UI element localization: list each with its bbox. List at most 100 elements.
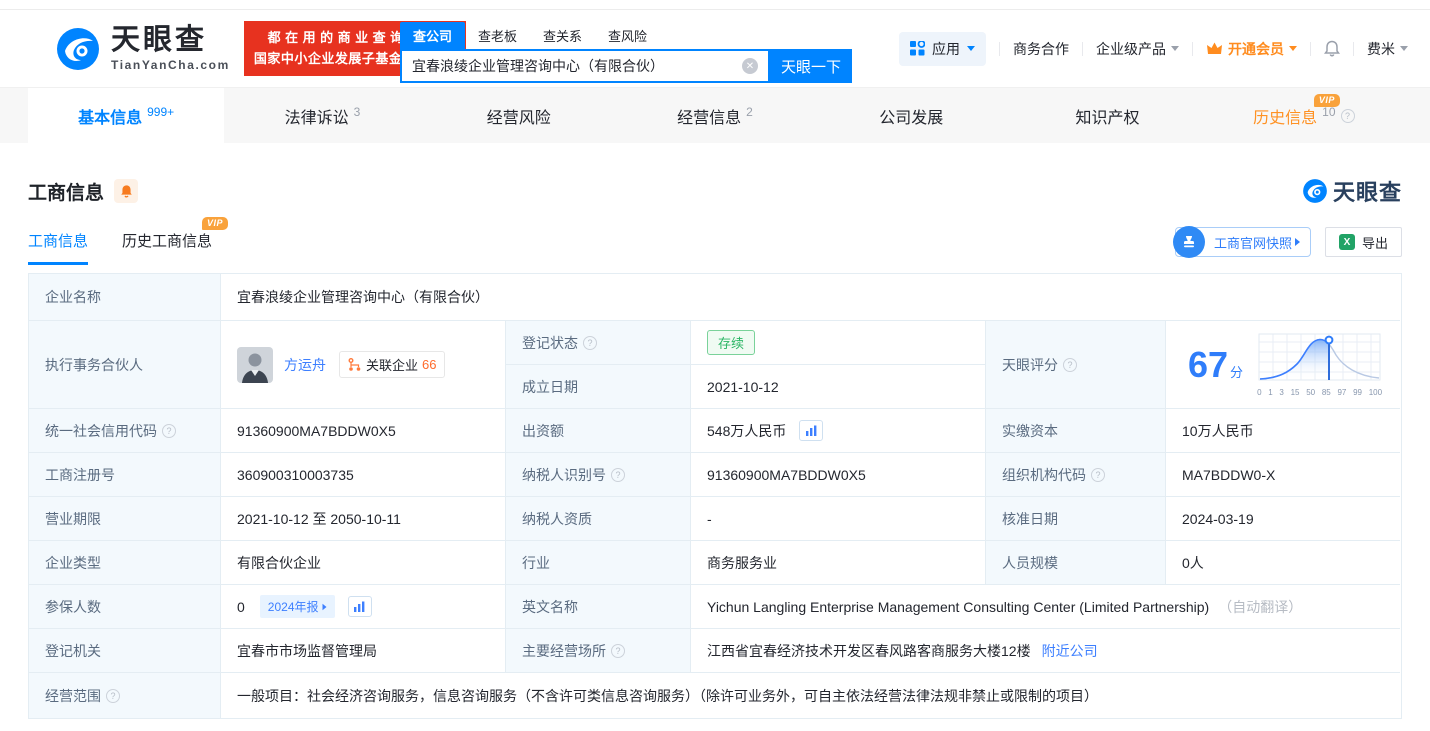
nav-enterprise-products[interactable]: 企业级产品 [1096, 39, 1179, 59]
tab-label: 基本信息 [78, 109, 143, 127]
tianyancha-logo[interactable]: 天眼查 TianYanCha.com [55, 23, 230, 72]
help-icon[interactable]: ? [611, 467, 625, 482]
nav-cooperation[interactable]: 商务合作 [1013, 39, 1069, 59]
membership-label: 开通会员 [1228, 40, 1284, 57]
industry-value: 商务服务业 [691, 541, 986, 585]
est-date-label: 成立日期 [506, 365, 691, 409]
status-badge: 存续 [707, 330, 756, 355]
tab-5[interactable]: 知识产权 [1009, 88, 1205, 143]
tab-count: 3 [353, 104, 361, 119]
help-icon[interactable]: ? [106, 688, 120, 703]
search-tab-1[interactable]: 查老板 [465, 22, 530, 49]
section-title: 工商信息 [28, 182, 105, 204]
export-label: 导出 [1361, 235, 1388, 251]
logo-title: 天眼查 [111, 23, 208, 56]
tianyan-score[interactable]: 67 分 0 1 3 15 50 85 97 99 100 [1182, 332, 1388, 397]
axis-tick: 100 [1368, 388, 1383, 397]
notifications-bell[interactable] [1324, 40, 1340, 57]
capital-chart-button[interactable] [799, 420, 824, 441]
industry-label: 行业 [506, 541, 691, 585]
search-button[interactable]: 天眼一下 [770, 49, 852, 83]
open-membership[interactable]: 开通会员 [1206, 39, 1297, 59]
search-tab-3[interactable]: 查风险 [595, 22, 660, 49]
staff-size-label: 人员规模 [986, 541, 1166, 585]
user-menu[interactable]: 费米 [1367, 39, 1408, 59]
chevron-down-icon [1400, 46, 1408, 51]
axis-tick: 0 [1257, 388, 1262, 397]
company-nav-tabs: 基本信息 999+ 法律诉讼 3 经营风险 经营信息 2 公司发展 知识产权 历史信息 10? VIP [0, 88, 1430, 143]
section-actions: 工商官网快照 X 导出 [1172, 226, 1402, 258]
arrow-right-icon [322, 603, 326, 610]
snapshot-label: 工商官网快照 [1213, 235, 1292, 251]
score-axis-ticks: 0 1 3 15 50 85 97 99 100 [1257, 388, 1382, 397]
search-tab-0[interactable]: 查公司 [400, 22, 466, 49]
tab-1[interactable]: 法律诉讼 3 [224, 88, 420, 143]
apps-grid-icon [910, 41, 925, 56]
annual-report-label: 2024年报 [267, 600, 319, 614]
nearby-companies-link[interactable]: 附近公司 [1042, 641, 1098, 661]
org-code-value: MA7BDDW0-X [1166, 453, 1400, 497]
help-icon[interactable]: ? [1091, 467, 1105, 482]
capital-label: 出资额 [506, 409, 691, 453]
main-content: 工商信息 天眼查 工商信息 历史工商信息 VIP 工商官网快照 X 导出 企业名… [0, 175, 1430, 719]
company-name-label: 企业名称 [29, 274, 221, 321]
insured-count-label: 参保人数 [29, 585, 221, 629]
executive-partner-label: 执行事务合伙人 [29, 321, 221, 409]
axis-tick: 1 [1268, 388, 1273, 397]
tab-0[interactable]: 基本信息 999+ [28, 88, 225, 143]
search-input[interactable] [412, 58, 742, 74]
search-input-wrap: ✕ [400, 49, 770, 83]
paid-capital-label: 实缴资本 [986, 409, 1166, 453]
insured-chart-button[interactable] [347, 596, 372, 617]
help-icon[interactable]: ? [1340, 108, 1355, 123]
org-network-icon [348, 357, 361, 371]
tab-6[interactable]: 历史信息 10? VIP [1206, 88, 1402, 143]
clear-search-icon[interactable]: ✕ [742, 58, 758, 74]
header: 天眼查 TianYanCha.com 都在用的商业查询工具 国家中小企业发展子基… [0, 10, 1430, 88]
sub-tab-1[interactable]: 历史工商信息 VIP [122, 217, 229, 265]
business-term-value: 2021-10-12 至 2050-10-11 [221, 497, 506, 541]
tianyancha-eye-icon [57, 27, 99, 70]
export-button[interactable]: X 导出 [1324, 227, 1402, 257]
tab-label: 知识产权 [1075, 109, 1140, 127]
logo-domain: TianYanCha.com [111, 57, 230, 72]
apps-menu[interactable]: 应用 [899, 31, 986, 66]
paid-capital-value: 10万人民币 [1166, 409, 1400, 453]
english-name-value: Yichun Langling Enterprise Management Co… [691, 585, 1400, 629]
tab-2[interactable]: 经营风险 [421, 88, 617, 143]
official-snapshot-button[interactable]: 工商官网快照 [1172, 226, 1311, 258]
partner-avatar[interactable] [237, 346, 273, 383]
business-term-label: 营业期限 [29, 497, 221, 541]
related-companies-badge[interactable]: 关联企业 66 [339, 351, 446, 378]
divider [1082, 41, 1083, 56]
related-label: 关联企业 [366, 358, 419, 373]
divider [1310, 41, 1311, 56]
company-name-value: 宜春浪绫企业管理咨询中心（有限合伙） [221, 274, 1400, 321]
reg-status-label: 登记状态? [506, 321, 691, 365]
divider [1353, 41, 1354, 56]
help-icon[interactable]: ? [1063, 357, 1077, 372]
score-unit: 分 [1230, 364, 1244, 380]
tab-4[interactable]: 公司发展 [813, 88, 1009, 143]
score-curve-chart [1258, 333, 1381, 381]
business-scope-value: 一般项目：社会经济咨询服务，信息咨询服务（不含许可类信息咨询服务）（除许可业务外… [221, 673, 1400, 718]
sub-tab-0[interactable]: 工商信息 [28, 230, 89, 265]
annual-report-badge[interactable]: 2024年报 [259, 595, 335, 618]
watermark-text: 天眼查 [1332, 180, 1402, 205]
vip-badge: VIP [1313, 94, 1340, 107]
help-icon[interactable]: ? [611, 643, 625, 658]
help-icon[interactable]: ? [583, 335, 597, 350]
tab-count: 2 [746, 104, 753, 119]
partner-name-link[interactable]: 方运舟 [284, 355, 326, 375]
score-chart: 0 1 3 15 50 85 97 99 100 [1257, 332, 1382, 397]
apps-label: 应用 [932, 40, 960, 57]
subscribe-bell-button[interactable] [114, 179, 139, 203]
score-value: 67 分 0 1 3 15 50 85 97 99 100 [1166, 321, 1400, 409]
bar-chart-icon [805, 425, 817, 436]
section-watermark-logo: 天眼查 [1302, 175, 1402, 207]
help-icon[interactable]: ? [162, 423, 176, 438]
search-tab-2[interactable]: 查关系 [530, 22, 595, 49]
score-marker [1324, 335, 1334, 345]
tab-label: 法律诉讼 [284, 109, 349, 127]
tab-3[interactable]: 经营信息 2 [617, 88, 813, 143]
